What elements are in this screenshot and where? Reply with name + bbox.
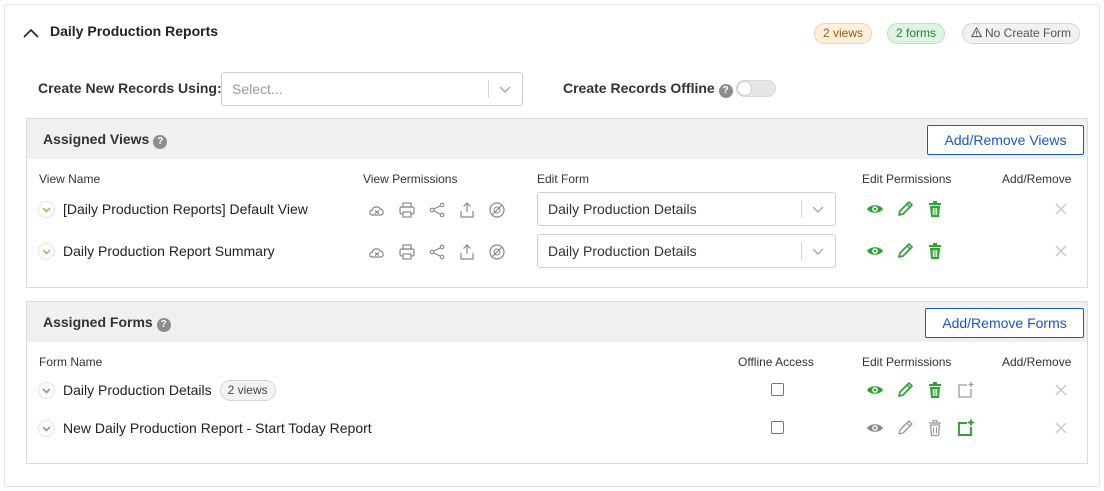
view-eye-icon[interactable] xyxy=(865,199,885,219)
form-name: Daily Production Details 2 views xyxy=(63,380,276,401)
col-edit-permissions: Edit Permissions xyxy=(862,355,952,369)
form-name-text: Daily Production Details xyxy=(63,382,212,398)
edit-pencil-icon[interactable] xyxy=(895,380,915,400)
edit-form-value: Daily Production Details xyxy=(548,201,697,217)
edit-pencil-icon[interactable] xyxy=(895,199,915,219)
no-create-form-label: No Create Form xyxy=(985,26,1072,40)
print-icon[interactable] xyxy=(397,242,417,262)
print-icon[interactable] xyxy=(397,200,417,220)
delete-trash-icon[interactable] xyxy=(925,241,945,261)
col-view-permissions: View Permissions xyxy=(363,172,458,186)
edit-form-select[interactable]: Daily Production Details xyxy=(537,234,836,268)
col-edit-form: Edit Form xyxy=(537,172,590,186)
create-offline-label: Create Records Offline? xyxy=(563,80,733,98)
daily-production-reports-panel: Daily Production Reports 2 views 2 forms… xyxy=(4,4,1100,487)
view-eye-icon[interactable] xyxy=(865,380,885,400)
assigned-views-title: Assigned Views? xyxy=(43,131,168,149)
create-offline-text: Create Records Offline xyxy=(563,80,715,96)
collapse-chevron-icon[interactable] xyxy=(22,26,40,40)
delete-trash-icon[interactable] xyxy=(925,418,945,438)
help-icon[interactable]: ? xyxy=(153,135,168,149)
create-new-select[interactable]: Select... xyxy=(221,72,523,106)
add-remove-views-button[interactable]: Add/Remove Views xyxy=(927,125,1084,155)
assigned-views-header: Assigned Views? Add/Remove Views xyxy=(27,119,1087,159)
col-edit-permissions: Edit Permissions xyxy=(862,172,952,186)
help-icon[interactable]: ? xyxy=(718,84,733,98)
col-form-name: Form Name xyxy=(39,355,103,369)
share-icon[interactable] xyxy=(427,200,447,220)
expand-row-chevron-icon[interactable] xyxy=(38,382,55,399)
col-add-remove: Add/Remove xyxy=(1002,355,1072,369)
expand-row-chevron-icon[interactable] xyxy=(38,201,55,218)
help-icon[interactable]: ? xyxy=(156,318,171,332)
warning-icon xyxy=(970,26,983,38)
assigned-forms-section: Assigned Forms? Add/Remove Forms Form Na… xyxy=(26,301,1088,464)
share-icon[interactable] xyxy=(427,242,447,262)
remove-x-icon[interactable] xyxy=(1051,241,1071,261)
remove-x-icon[interactable] xyxy=(1051,199,1071,219)
disabled-circle-icon[interactable] xyxy=(487,242,507,262)
offline-access-checkbox[interactable] xyxy=(771,383,784,396)
views-count-badge: 2 views xyxy=(814,23,873,44)
assigned-views-title-text: Assigned Views xyxy=(43,131,150,147)
edit-pencil-icon[interactable] xyxy=(895,241,915,261)
select-separator xyxy=(801,200,802,218)
disabled-circle-icon[interactable] xyxy=(487,200,507,220)
delete-trash-icon[interactable] xyxy=(925,380,945,400)
view-eye-icon[interactable] xyxy=(865,241,885,261)
edit-form-value: Daily Production Details xyxy=(548,243,697,259)
offline-cloud-icon[interactable] xyxy=(367,200,387,220)
create-new-placeholder: Select... xyxy=(232,81,283,97)
view-eye-icon[interactable] xyxy=(865,418,885,438)
col-view-name: View Name xyxy=(39,172,101,186)
offline-access-checkbox[interactable] xyxy=(771,421,784,434)
create-record-icon[interactable] xyxy=(955,380,975,400)
export-upload-icon[interactable] xyxy=(457,242,477,262)
select-separator xyxy=(801,242,802,260)
remove-x-icon[interactable] xyxy=(1051,380,1071,400)
assigned-views-section: Assigned Views? Add/Remove Views View Na… xyxy=(26,118,1088,288)
create-offline-toggle[interactable] xyxy=(736,80,776,97)
remove-x-icon[interactable] xyxy=(1051,418,1071,438)
view-name: [Daily Production Reports] Default View xyxy=(63,201,308,217)
assigned-forms-title: Assigned Forms? xyxy=(43,314,171,332)
export-upload-icon[interactable] xyxy=(457,200,477,220)
col-add-remove: Add/Remove xyxy=(1002,172,1072,186)
edit-pencil-icon[interactable] xyxy=(895,418,915,438)
select-separator xyxy=(488,80,489,98)
create-record-icon[interactable] xyxy=(955,418,975,438)
view-name: Daily Production Report Summary xyxy=(63,243,275,259)
form-views-badge: 2 views xyxy=(219,380,276,401)
chevron-down-icon[interactable] xyxy=(498,84,512,94)
no-create-form-badge: No Create Form xyxy=(962,23,1081,44)
add-remove-forms-button[interactable]: Add/Remove Forms xyxy=(925,308,1084,338)
chevron-down-icon[interactable] xyxy=(811,246,825,256)
toggle-knob xyxy=(738,82,751,95)
assigned-forms-title-text: Assigned Forms xyxy=(43,314,153,330)
delete-trash-icon[interactable] xyxy=(925,199,945,219)
form-name: New Daily Production Report - Start Toda… xyxy=(63,420,372,436)
col-offline-access: Offline Access xyxy=(738,355,814,369)
chevron-down-icon[interactable] xyxy=(811,204,825,214)
expand-row-chevron-icon[interactable] xyxy=(38,420,55,437)
expand-row-chevron-icon[interactable] xyxy=(38,243,55,260)
assigned-forms-header: Assigned Forms? Add/Remove Forms xyxy=(27,302,1087,342)
edit-form-select[interactable]: Daily Production Details xyxy=(537,192,836,226)
panel-title: Daily Production Reports xyxy=(50,23,219,39)
forms-count-badge: 2 forms xyxy=(887,23,946,44)
create-new-label: Create New Records Using: xyxy=(38,80,222,96)
offline-cloud-icon[interactable] xyxy=(367,242,387,262)
